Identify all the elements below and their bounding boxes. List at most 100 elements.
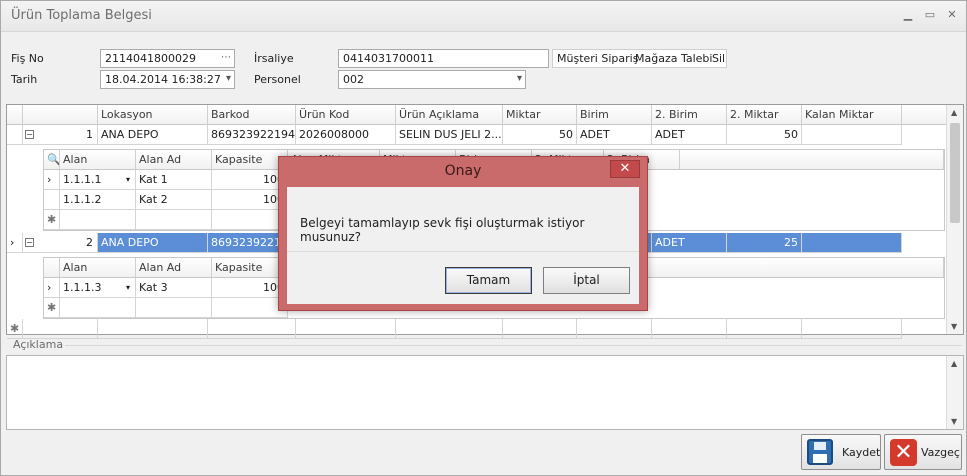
table-row[interactable]: − 2 (23, 233, 98, 253)
subcolumn-kapasite[interactable]: Kapasite (212, 150, 288, 170)
column-header-urun-kod[interactable]: Ürün Kod (296, 105, 396, 125)
aciklama-textarea[interactable]: ▲ ▼ (6, 355, 964, 430)
new-row-cell[interactable] (98, 319, 208, 339)
grid-vertical-scrollbar[interactable]: ▲ ▼ (946, 105, 963, 334)
kaydet-button[interactable]: Kaydet (801, 434, 881, 470)
sub-cell-alan[interactable]: 1.1.1.3 ▾ (60, 278, 136, 298)
sil-link[interactable]: Sil (712, 52, 725, 65)
column-header-kalan-miktar[interactable]: Kalan Miktar (802, 105, 902, 125)
sub-cell-kapasite[interactable]: 100 (212, 190, 288, 210)
dropdown-arrow-icon[interactable]: ▾ (517, 72, 522, 85)
new-row-cell[interactable] (727, 319, 802, 339)
subcolumn-alan[interactable]: Alan (60, 150, 136, 170)
tarih-field[interactable]: 18.04.2014 16:38:27 ▾ (100, 70, 235, 89)
sub-cell-alan-ad[interactable]: Kat 2 (136, 190, 212, 210)
sub-cell-alan[interactable]: 1.1.1.2 (60, 190, 136, 210)
sub-cell-kapasite[interactable]: 100 (212, 278, 288, 298)
new-row-cell[interactable] (396, 319, 503, 339)
collapse-icon[interactable]: − (25, 130, 34, 139)
subcolumn-alan-ad[interactable]: Alan Ad (136, 150, 212, 170)
subcolumn-alan[interactable]: Alan (60, 258, 136, 278)
ellipsis-icon[interactable]: ⋯ (221, 51, 231, 64)
cell-2-birim[interactable]: ADET (652, 233, 727, 253)
new-row-cell[interactable] (60, 210, 136, 230)
dropdown-arrow-icon[interactable]: ▾ (226, 72, 231, 85)
cell-urun-kod[interactable]: 2026008000 (296, 125, 396, 145)
search-icon[interactable]: 🔍 (44, 150, 60, 170)
row-pointer-icon[interactable]: › (44, 170, 60, 190)
cell-lokasyon[interactable]: ANA DEPO (98, 233, 208, 253)
personel-label: Personel (254, 73, 301, 86)
column-header-lokasyon[interactable]: Lokasyon (98, 105, 208, 125)
maximize-icon[interactable]: ▭ (921, 7, 939, 23)
magaza-talebi-link[interactable]: Mağaza Talebi (635, 52, 712, 65)
row-indicator[interactable] (7, 125, 23, 145)
column-header-barkod[interactable]: Barkod (208, 105, 296, 125)
cell-urun-aciklama[interactable]: SELIN DUS JELI 2... (396, 125, 503, 145)
new-row-cell[interactable] (503, 319, 577, 339)
new-row-cell[interactable] (23, 319, 98, 339)
row-pointer-icon[interactable]: › (44, 278, 60, 298)
vazgec-button[interactable]: ✕ Vazgeç (884, 434, 962, 470)
cell-barkod[interactable]: 8693239221944 (208, 125, 296, 145)
tamam-button[interactable]: Tamam (445, 267, 532, 294)
cell-kalan-miktar[interactable] (802, 125, 902, 145)
dialog-message: Belgeyi tamamlayıp sevk fişi oluşturmak … (300, 216, 585, 244)
table-row[interactable]: − 1 (23, 125, 98, 145)
subcolumn-alan-ad[interactable]: Alan Ad (136, 258, 212, 278)
cell-2-miktar[interactable]: 50 (727, 125, 802, 145)
cell-miktar[interactable]: 50 (503, 125, 577, 145)
new-row-cell[interactable] (296, 319, 396, 339)
scroll-up-icon[interactable]: ▲ (951, 108, 957, 117)
sub-cell-alan[interactable]: 1.1.1.1 ▾ (60, 170, 136, 190)
row-indicator[interactable] (44, 190, 60, 210)
new-row-icon[interactable]: ✱ (44, 210, 60, 230)
irsaliye-field[interactable]: 0414031700011 (338, 49, 549, 68)
dialog-close-icon[interactable]: ✕ (610, 160, 640, 178)
scroll-down-icon[interactable]: ▼ (951, 322, 957, 331)
sub-cell-kapasite[interactable]: 100 (212, 170, 288, 190)
cell-lokasyon[interactable]: ANA DEPO (98, 125, 208, 145)
cell-kalan-miktar[interactable] (802, 233, 902, 253)
column-header-2-miktar[interactable]: 2. Miktar (727, 105, 802, 125)
cell-2-birim[interactable]: ADET (652, 125, 727, 145)
new-row-cell[interactable] (577, 319, 652, 339)
personel-field[interactable]: 002 ▾ (338, 70, 526, 89)
new-row-cell[interactable] (652, 319, 727, 339)
new-row-cell[interactable] (136, 298, 212, 318)
column-header-urun-aciklama[interactable]: Ürün Açıklama (396, 105, 503, 125)
close-icon[interactable]: ✕ (943, 7, 961, 23)
iptal-button[interactable]: İptal (543, 267, 630, 294)
cell-birim[interactable]: ADET (577, 125, 652, 145)
row-indicator-header (7, 105, 23, 125)
aciklama-scrollbar[interactable]: ▲ ▼ (946, 356, 963, 429)
row-pointer-icon[interactable]: › (7, 233, 23, 253)
scroll-thumb[interactable] (950, 123, 960, 223)
subcolumn-kapasite[interactable]: Kapasite (212, 258, 288, 278)
new-row-icon[interactable]: ✱ (44, 298, 60, 318)
musteri-siparis-link[interactable]: Müşteri Sipariş (557, 52, 638, 65)
minimize-icon[interactable]: ▁ (899, 7, 917, 23)
new-row-cell[interactable] (802, 319, 902, 339)
vazgec-label: Vazgeç (921, 446, 960, 459)
scroll-down-icon[interactable]: ▼ (951, 417, 957, 426)
dropdown-arrow-icon[interactable]: ▾ (126, 281, 130, 294)
confirm-dialog: Onay ✕ Belgeyi tamamlayıp sevk fişi oluş… (278, 156, 648, 311)
collapse-icon[interactable]: − (25, 238, 34, 247)
sub-cell-alan-ad[interactable]: Kat 3 (136, 278, 212, 298)
new-row-cell[interactable] (212, 298, 288, 318)
scroll-up-icon[interactable]: ▲ (951, 359, 957, 368)
dropdown-arrow-icon[interactable]: ▾ (126, 173, 130, 186)
column-header-filler (902, 105, 947, 125)
fis-no-field[interactable]: 2114041800029 ⋯ (100, 49, 235, 68)
cell-2-miktar[interactable]: 25 (727, 233, 802, 253)
column-header-miktar[interactable]: Miktar (503, 105, 577, 125)
new-row-icon[interactable]: ✱ (7, 319, 23, 339)
sub-cell-alan-ad[interactable]: Kat 1 (136, 170, 212, 190)
column-header-birim[interactable]: Birim (577, 105, 652, 125)
column-header-2-birim[interactable]: 2. Birim (652, 105, 727, 125)
new-row-cell[interactable] (136, 210, 212, 230)
new-row-cell[interactable] (60, 298, 136, 318)
new-row-cell[interactable] (212, 210, 288, 230)
new-row-cell[interactable] (208, 319, 296, 339)
